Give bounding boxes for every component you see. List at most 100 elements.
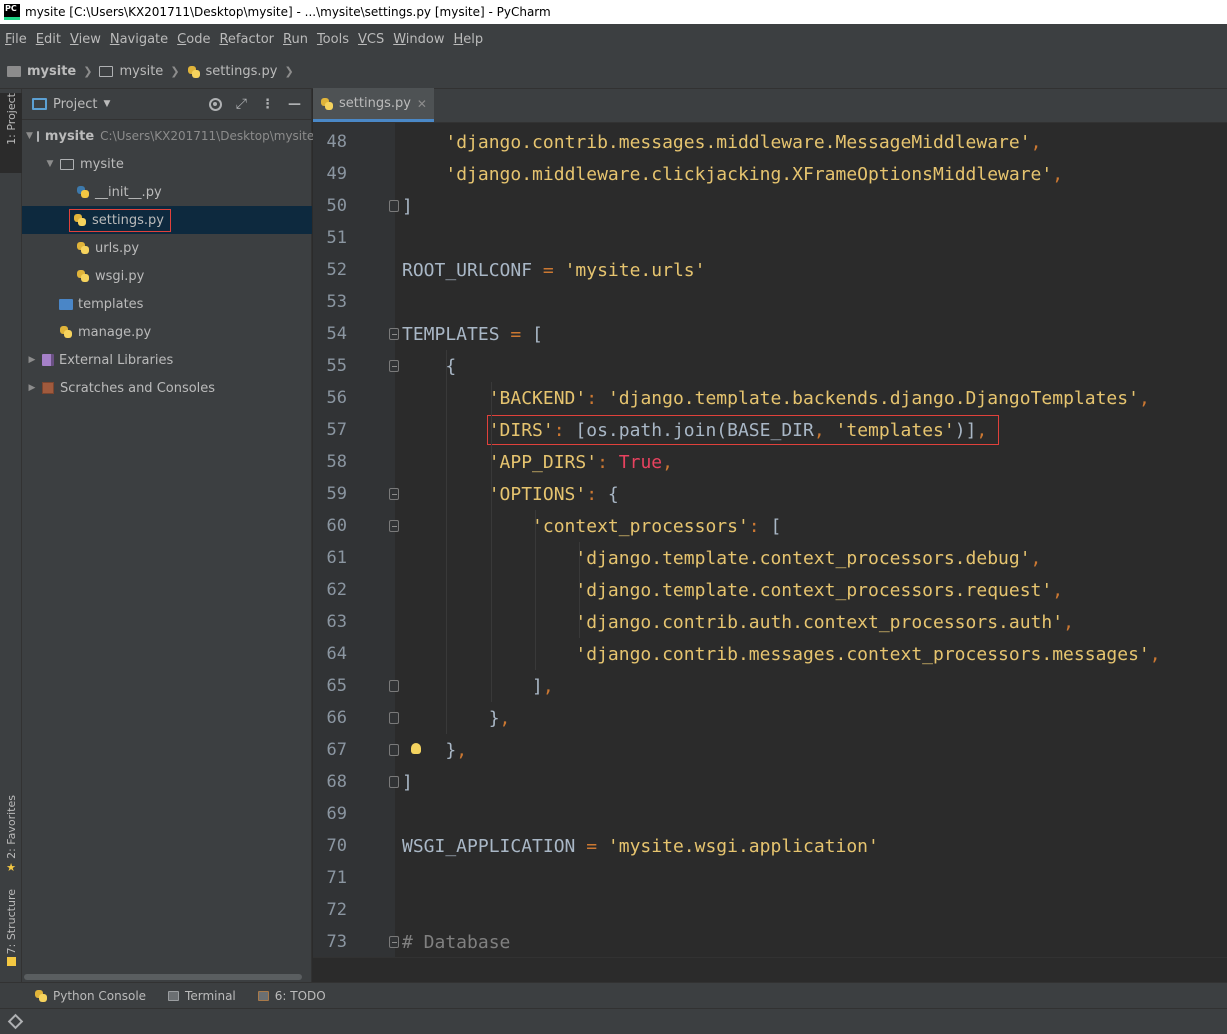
tree-item-label: mysite	[44, 128, 95, 144]
menu-navigate[interactable]: Navigate	[110, 32, 168, 47]
code-editor: settings.py ✕ 48 'django.contrib.message…	[313, 88, 1227, 957]
tool-tab-project[interactable]: 1: Project	[0, 93, 22, 173]
minimize-icon[interactable]: —	[288, 97, 301, 112]
code-line[interactable]: 56 'BACKEND': 'django.template.backends.…	[313, 382, 1227, 414]
code-line[interactable]: 73 # Database	[313, 926, 1227, 958]
breadcrumb-item-package[interactable]: mysite	[99, 64, 163, 79]
line-number: 64	[326, 644, 347, 664]
tree-item-scratches[interactable]: ▶ Scratches and Consoles	[22, 374, 312, 402]
code-line[interactable]: 61 'django.template.context_processors.d…	[313, 542, 1227, 574]
menu-window[interactable]: Window	[393, 32, 444, 47]
chevron-down-icon[interactable]: ▼	[44, 159, 56, 169]
code-line[interactable]: 69	[313, 798, 1227, 830]
breadcrumb-item-project[interactable]: mysite	[7, 64, 76, 79]
python-file-icon	[187, 65, 201, 79]
code-line[interactable]: 51	[313, 222, 1227, 254]
tool-tab-python-console[interactable]: Python Console	[34, 989, 146, 1003]
code-line[interactable]: 49 'django.middleware.clickjacking.XFram…	[313, 158, 1227, 190]
code-area[interactable]: 48 'django.contrib.messages.middleware.M…	[313, 123, 1227, 957]
menu-help[interactable]: Help	[454, 32, 484, 47]
title-bar: PC mysite [C:\Users\KX201711\Desktop\mys…	[0, 0, 1227, 24]
left-tool-strip: 1: Project 2: Favorites ★ 7: Structure	[0, 89, 22, 982]
code-line[interactable]: 58 'APP_DIRS': True,	[313, 446, 1227, 478]
event-log-icon[interactable]	[7, 1013, 24, 1030]
window-title: mysite [C:\Users\KX201711\Desktop\mysite…	[25, 5, 551, 19]
code-line[interactable]: 48 'django.contrib.messages.middleware.M…	[313, 126, 1227, 158]
code-line[interactable]: 53	[313, 286, 1227, 318]
close-icon[interactable]: ✕	[417, 97, 427, 111]
tree-item-urls-py[interactable]: urls.py	[22, 234, 312, 262]
menu-run[interactable]: Run	[283, 32, 308, 47]
code-line[interactable]: 59 'OPTIONS': {	[313, 478, 1227, 510]
tab-settings-py[interactable]: settings.py ✕	[313, 88, 434, 122]
line-number: 62	[326, 580, 347, 600]
code-line[interactable]: 71	[313, 862, 1227, 894]
fold-marker-icon[interactable]	[389, 936, 399, 948]
code-line[interactable]: 65 ],	[313, 670, 1227, 702]
code-line[interactable]: 62 'django.template.context_processors.r…	[313, 574, 1227, 606]
locate-target-icon[interactable]	[208, 97, 222, 111]
tree-item-label: __init__.py	[95, 184, 162, 200]
menu-tools[interactable]: Tools	[317, 32, 349, 47]
lightbulb-icon[interactable]	[411, 743, 421, 754]
code-line[interactable]: 70 WSGI_APPLICATION = 'mysite.wsgi.applic…	[313, 830, 1227, 862]
menu-edit[interactable]: Edit	[36, 32, 61, 47]
tree-item-mysite-root[interactable]: ▼ mysite C:\Users\KX201711\Desktop\mysit…	[22, 122, 314, 150]
scratches-icon	[42, 382, 54, 394]
code-line[interactable]: 55 {	[313, 350, 1227, 382]
line-number: 52	[326, 260, 347, 280]
chevron-down-icon[interactable]: ▼	[26, 131, 33, 141]
breadcrumb-item-file[interactable]: settings.py	[187, 64, 277, 79]
menu-code[interactable]: Code	[177, 32, 210, 47]
chevron-right-icon[interactable]: ▶	[26, 355, 38, 365]
line-number: 63	[326, 612, 347, 632]
more-options-icon[interactable]: ⋮	[261, 97, 274, 112]
tree-item-templates[interactable]: templates	[22, 290, 312, 318]
code-line[interactable]: 64 'django.contrib.messages.context_proc…	[313, 638, 1227, 670]
menu-file[interactable]: File	[5, 32, 27, 47]
tool-tab-todo[interactable]: 6: TODO	[257, 989, 326, 1003]
menu-view[interactable]: View	[70, 32, 101, 47]
menu-refactor[interactable]: Refactor	[219, 32, 274, 47]
code-line[interactable]: 63 'django.contrib.auth.context_processo…	[313, 606, 1227, 638]
tool-tab-favorites[interactable]: 2: Favorites ★	[0, 795, 22, 875]
fold-marker-icon[interactable]	[389, 680, 399, 692]
tree-item-label: manage.py	[78, 324, 152, 340]
chevron-down-icon[interactable]: ▼	[103, 99, 110, 109]
folder-icon	[60, 158, 74, 170]
fold-marker-icon[interactable]	[389, 200, 399, 212]
code-line[interactable]: 60 'context_processors': [	[313, 510, 1227, 542]
tree-item-init-py[interactable]: __init__.py	[22, 178, 312, 206]
collapse-all-icon[interactable]: ⤢	[236, 96, 247, 112]
terminal-icon	[168, 990, 180, 1001]
fold-marker-icon[interactable]	[389, 488, 399, 500]
project-view-selector[interactable]: Project	[53, 97, 97, 112]
line-number: 57	[326, 420, 347, 440]
fold-marker-icon[interactable]	[389, 712, 399, 724]
fold-marker-icon[interactable]	[389, 360, 399, 372]
tree-item-settings-py[interactable]: settings.py	[22, 206, 312, 234]
horizontal-scrollbar[interactable]	[24, 974, 302, 980]
menu-vcs[interactable]: VCS	[358, 32, 384, 47]
python-file-icon	[73, 213, 87, 227]
code-line[interactable]: 52 ROOT_URLCONF = 'mysite.urls'	[313, 254, 1227, 286]
code-line[interactable]: 72	[313, 894, 1227, 926]
code-line[interactable]: 67 },	[313, 734, 1227, 766]
tree-item-wsgi-py[interactable]: wsgi.py	[22, 262, 312, 290]
tree-item-label: Scratches and Consoles	[60, 380, 216, 396]
fold-marker-icon[interactable]	[389, 520, 399, 532]
tree-item-mysite-package[interactable]: ▼ mysite	[22, 150, 312, 178]
code-line[interactable]: 68]	[313, 766, 1227, 798]
code-line[interactable]: 54 TEMPLATES = [	[313, 318, 1227, 350]
fold-marker-icon[interactable]	[389, 328, 399, 340]
tool-tab-structure[interactable]: 7: Structure	[0, 889, 22, 971]
tool-tab-terminal[interactable]: Terminal	[168, 989, 236, 1003]
code-line[interactable]: 66 },	[313, 702, 1227, 734]
tree-item-manage-py[interactable]: manage.py	[22, 318, 312, 346]
fold-marker-icon[interactable]	[389, 744, 399, 756]
chevron-right-icon[interactable]: ▶	[26, 383, 38, 393]
fold-marker-icon[interactable]	[389, 776, 399, 788]
code-line[interactable]: 50]	[313, 190, 1227, 222]
tree-item-external-libraries[interactable]: ▶ External Libraries	[22, 346, 312, 374]
chevron-right-icon: ❯	[83, 65, 93, 78]
